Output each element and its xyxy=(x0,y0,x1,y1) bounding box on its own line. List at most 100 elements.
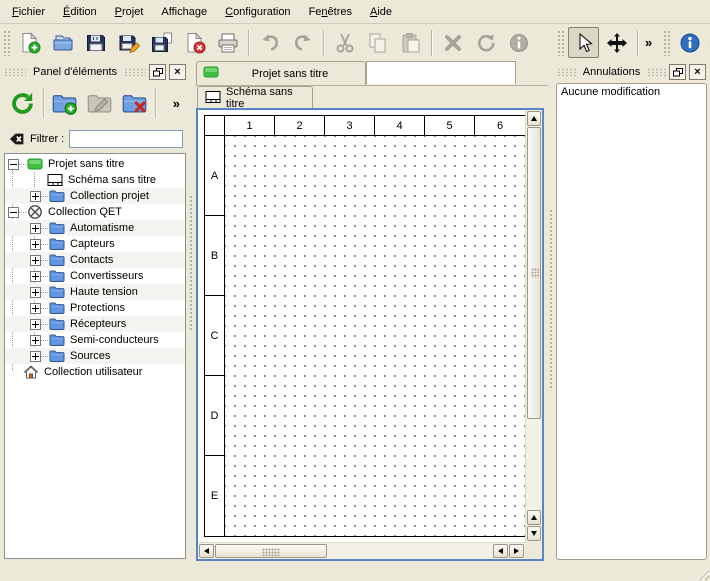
tab-projet-sans-titre[interactable]: Projet sans titre xyxy=(196,61,366,85)
menu-aide[interactable]: Aide xyxy=(363,3,399,21)
expand-expander-icon[interactable] xyxy=(30,255,41,266)
tree-item-contacts[interactable]: Contacts xyxy=(5,252,185,268)
expand-expander-icon[interactable] xyxy=(30,335,41,346)
undo-panel-titlebar[interactable]: Annulations × xyxy=(555,63,708,81)
tree-item-convertisseurs[interactable]: Convertisseurs xyxy=(5,268,185,284)
save-button[interactable] xyxy=(80,27,111,58)
cut-button[interactable] xyxy=(329,27,360,58)
arrow-right-icon xyxy=(514,548,519,554)
collapse-expander-icon[interactable] xyxy=(8,207,19,218)
tree-item-projet-sans-titre[interactable]: Projet sans titre xyxy=(5,156,185,172)
splitter-handle[interactable] xyxy=(189,195,194,330)
horizontal-scrollbar[interactable] xyxy=(198,542,525,559)
menu-fenetres[interactable]: Fenêtres xyxy=(302,3,359,21)
tree-item-capteurs[interactable]: Capteurs xyxy=(5,236,185,252)
expand-expander-icon[interactable] xyxy=(30,287,41,298)
toolbar-separator xyxy=(431,30,432,56)
scroll-down-button[interactable] xyxy=(527,526,541,541)
expand-expander-icon[interactable] xyxy=(30,191,41,202)
new-file-button[interactable] xyxy=(14,27,45,58)
undo-history-list[interactable]: Aucune modification xyxy=(556,83,707,560)
float-panel-button[interactable] xyxy=(149,64,166,80)
schema-view[interactable]: 1 2 3 4 5 6 A B C D E xyxy=(196,108,544,561)
copy-button[interactable] xyxy=(362,27,393,58)
scroll-left-button[interactable] xyxy=(199,544,214,558)
tree-item-haute-tension[interactable]: Haute tension xyxy=(5,284,185,300)
toolbar-drag-handle[interactable] xyxy=(663,30,670,56)
close-file-button[interactable] xyxy=(179,27,210,58)
edit-category-button[interactable] xyxy=(83,87,116,120)
menu-affichage[interactable]: Affichage xyxy=(154,3,214,21)
tree-item-collection-utilisateur[interactable]: Collection utilisateur xyxy=(5,364,185,380)
tree-item-automatisme[interactable]: Automatisme xyxy=(5,220,185,236)
reload-collections-button[interactable] xyxy=(6,87,39,120)
status-bar xyxy=(0,562,710,581)
redo-button[interactable] xyxy=(287,27,318,58)
about-info-button[interactable] xyxy=(674,27,705,58)
paste-button[interactable] xyxy=(395,27,426,58)
vertical-scrollbar[interactable] xyxy=(525,110,542,542)
expand-expander-icon[interactable] xyxy=(30,239,41,250)
tree-item-schema-sans-titre[interactable]: Schéma sans titre xyxy=(5,172,185,188)
expand-expander-icon[interactable] xyxy=(30,319,41,330)
splitter-handle[interactable] xyxy=(549,209,554,389)
folder-icon xyxy=(49,348,65,364)
size-grip[interactable] xyxy=(696,567,709,580)
tree-item-recepteurs[interactable]: Récepteurs xyxy=(5,316,185,332)
tab-schema-sans-titre[interactable]: Schéma sans titre xyxy=(197,86,313,109)
delete-category-button[interactable] xyxy=(118,87,151,120)
filter-input[interactable] xyxy=(69,130,183,148)
tree-item-collection-qet[interactable]: Collection QET xyxy=(5,204,185,220)
elements-tree[interactable]: Projet sans titre Schéma sans titre Coll… xyxy=(4,153,186,559)
move-view-button[interactable] xyxy=(601,27,632,58)
new-category-button[interactable] xyxy=(48,87,81,120)
tree-item-protections[interactable]: Protections xyxy=(5,300,185,316)
toolbar-drag-handle[interactable] xyxy=(557,30,564,56)
expand-expander-icon[interactable] xyxy=(30,271,41,282)
select-tool-button[interactable] xyxy=(568,27,599,58)
menu-fichier[interactable]: Fichier xyxy=(5,3,52,21)
clear-filter-icon[interactable] xyxy=(7,130,25,148)
toolbar-overflow-button[interactable]: » xyxy=(642,35,655,50)
scroll-right-button[interactable] xyxy=(509,544,524,558)
collapse-expander-icon[interactable] xyxy=(8,159,19,170)
menu-configuration[interactable]: Configuration xyxy=(218,3,297,21)
redo-icon xyxy=(292,32,314,54)
panel-toolbar-overflow-button[interactable]: » xyxy=(173,96,180,111)
save-as-button[interactable] xyxy=(113,27,144,58)
open-file-button[interactable] xyxy=(47,27,78,58)
toolbar-overflow-button[interactable]: » xyxy=(706,35,710,50)
grid-column-header: 5 xyxy=(425,116,475,136)
rotate-button[interactable] xyxy=(470,27,501,58)
toolbar-drag-handle[interactable] xyxy=(3,30,10,56)
print-button[interactable] xyxy=(212,27,243,58)
elements-panel-titlebar[interactable]: Panel d'éléments × xyxy=(2,63,188,81)
close-panel-button[interactable]: × xyxy=(169,64,186,80)
expand-expander-icon[interactable] xyxy=(30,351,41,362)
close-panel-button[interactable]: × xyxy=(689,64,706,80)
arrow-left-icon xyxy=(498,548,503,554)
undo-button[interactable] xyxy=(254,27,285,58)
scroll-left-button[interactable] xyxy=(493,544,508,558)
vertical-scrollbar-thumb[interactable] xyxy=(527,127,541,419)
scroll-up-button[interactable] xyxy=(527,111,541,126)
undo-list-item[interactable]: Aucune modification xyxy=(558,85,705,102)
elements-panel-title: Panel d'éléments xyxy=(29,66,121,78)
float-icon xyxy=(153,68,163,77)
float-panel-button[interactable] xyxy=(669,64,686,80)
tree-item-semi-conducteurs[interactable]: Semi-conducteurs xyxy=(5,332,185,348)
menu-edition[interactable]: Édition xyxy=(56,3,104,21)
horizontal-scrollbar-thumb[interactable] xyxy=(215,544,327,558)
tree-item-sources[interactable]: Sources xyxy=(5,348,185,364)
folder-icon xyxy=(49,220,65,236)
grid-row-header: E xyxy=(205,456,225,536)
drawing-area[interactable] xyxy=(225,136,525,536)
expand-expander-icon[interactable] xyxy=(30,303,41,314)
tree-item-collection-projet[interactable]: Collection projet xyxy=(5,188,185,204)
menu-projet[interactable]: Projet xyxy=(108,3,151,21)
expand-expander-icon[interactable] xyxy=(30,223,41,234)
save-all-button[interactable] xyxy=(146,27,177,58)
scroll-up-button[interactable] xyxy=(527,510,541,525)
delete-button[interactable] xyxy=(437,27,468,58)
element-info-button[interactable] xyxy=(503,27,534,58)
